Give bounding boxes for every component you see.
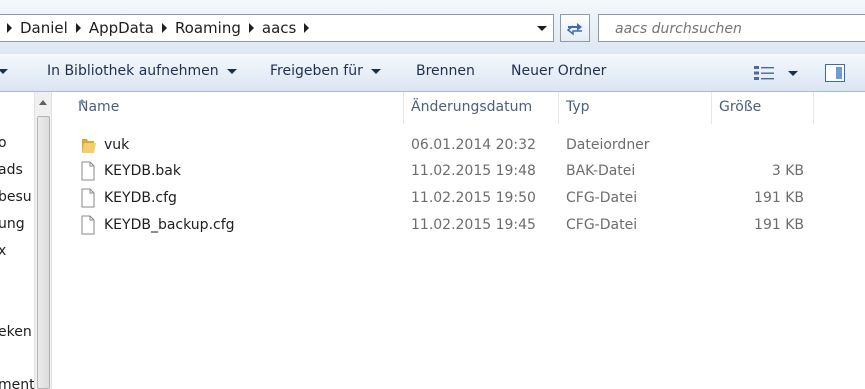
column-header-type-label: Typ (566, 99, 590, 115)
column-header-date[interactable]: Änderungsdatum (404, 92, 559, 124)
refresh-icon (566, 23, 582, 36)
scroll-up-icon[interactable] (39, 100, 47, 105)
view-dropdown-icon[interactable] (788, 71, 798, 76)
address-history-dropdown-icon[interactable] (537, 26, 547, 31)
burn-button[interactable]: Brennen (416, 63, 475, 79)
nav-item[interactable]: x (0, 243, 6, 259)
file-size: 191 KB (754, 190, 804, 206)
breadcrumb-arrow-icon[interactable] (161, 23, 167, 33)
command-toolbar: In Bibliothek aufnehmen Freigeben für Br… (0, 54, 865, 92)
column-header-date-label: Änderungsdatum (411, 99, 533, 115)
share-with-label: Freigeben für (270, 63, 363, 79)
navigation-scrollbar[interactable] (34, 92, 52, 389)
file-row-keydb-cfg[interactable]: KEYDB.cfg 11.02.2015 19:50 CFG-Datei 191… (72, 186, 865, 212)
refresh-button[interactable] (560, 14, 590, 42)
file-icon (81, 215, 95, 235)
breadcrumb-arrow-icon[interactable] (7, 23, 12, 33)
breadcrumb-arrow-icon[interactable] (248, 23, 254, 33)
search-box[interactable] (598, 14, 865, 42)
nav-item[interactable]: ment (0, 377, 34, 389)
breadcrumb-appdata[interactable]: AppData (89, 19, 154, 37)
sort-ascending-icon (78, 99, 86, 103)
file-size: 191 KB (754, 217, 804, 233)
file-row-keydb-backup-cfg[interactable]: KEYDB_backup.cfg 11.02.2015 19:45 CFG-Da… (72, 213, 865, 239)
file-type: Dateiordner (566, 137, 650, 153)
file-name: vuk (104, 137, 130, 153)
file-size: 3 KB (771, 163, 804, 179)
include-in-library-button[interactable]: In Bibliothek aufnehmen (47, 63, 237, 79)
column-header-size-label: Größe (719, 99, 762, 115)
file-icon (81, 188, 95, 208)
new-folder-button[interactable]: Neuer Ordner (511, 63, 606, 79)
breadcrumb-aacs[interactable]: aacs (262, 19, 296, 37)
file-name: KEYDB.bak (104, 163, 181, 179)
file-date: 06.01.2014 20:32 (411, 137, 536, 153)
include-in-library-label: In Bibliothek aufnehmen (47, 63, 219, 79)
file-name: KEYDB.cfg (104, 190, 177, 206)
view-options-icon[interactable] (754, 66, 774, 80)
search-input[interactable] (613, 16, 857, 42)
file-row-vuk[interactable]: vuk 06.01.2014 20:32 Dateiordner (72, 133, 865, 159)
preview-pane-icon[interactable] (825, 64, 845, 82)
file-type: BAK-Datei (566, 163, 636, 179)
breadcrumb-arrow-icon[interactable] (75, 23, 81, 33)
nav-item[interactable]: ung (0, 216, 25, 232)
file-icon (81, 161, 95, 181)
file-list: Name Änderungsdatum Typ Größe vuk 06.01.… (52, 92, 865, 389)
breadcrumb-arrow-icon[interactable] (304, 23, 310, 33)
nav-item[interactable]: eken (0, 324, 32, 340)
nav-item[interactable]: ads (0, 162, 23, 178)
column-header-type[interactable]: Typ (559, 92, 712, 124)
scrollbar-thumb[interactable] (37, 116, 50, 389)
file-row-keydb-bak[interactable]: KEYDB.bak 11.02.2015 19:48 BAK-Datei 3 K… (72, 159, 865, 185)
file-date: 11.02.2015 19:45 (411, 217, 536, 233)
file-date: 11.02.2015 19:48 (411, 163, 536, 179)
file-type: CFG-Datei (566, 217, 638, 233)
chevron-down-icon (226, 68, 237, 74)
folder-icon (82, 139, 96, 153)
column-header-name[interactable]: Name (66, 92, 404, 124)
file-name: KEYDB_backup.cfg (104, 217, 235, 233)
burn-label: Brennen (416, 63, 475, 79)
breadcrumb-daniel[interactable]: Daniel (20, 19, 68, 37)
organize-caret-icon[interactable] (0, 69, 8, 74)
new-folder-label: Neuer Ordner (511, 63, 607, 79)
file-type: CFG-Datei (566, 190, 638, 206)
breadcrumb-roaming[interactable]: Roaming (175, 19, 241, 37)
address-row: Daniel AppData Roaming aacs (0, 0, 865, 54)
chevron-down-icon (370, 68, 381, 74)
share-with-button[interactable]: Freigeben für (270, 63, 381, 79)
address-bar[interactable]: Daniel AppData Roaming aacs (0, 14, 554, 42)
file-date: 11.02.2015 19:50 (411, 190, 536, 206)
navigation-pane: o ads besu ung x eken ment (0, 92, 34, 389)
nav-item[interactable]: besu (0, 189, 32, 205)
nav-item[interactable]: o (0, 135, 7, 151)
column-header-size[interactable]: Größe (712, 92, 814, 124)
